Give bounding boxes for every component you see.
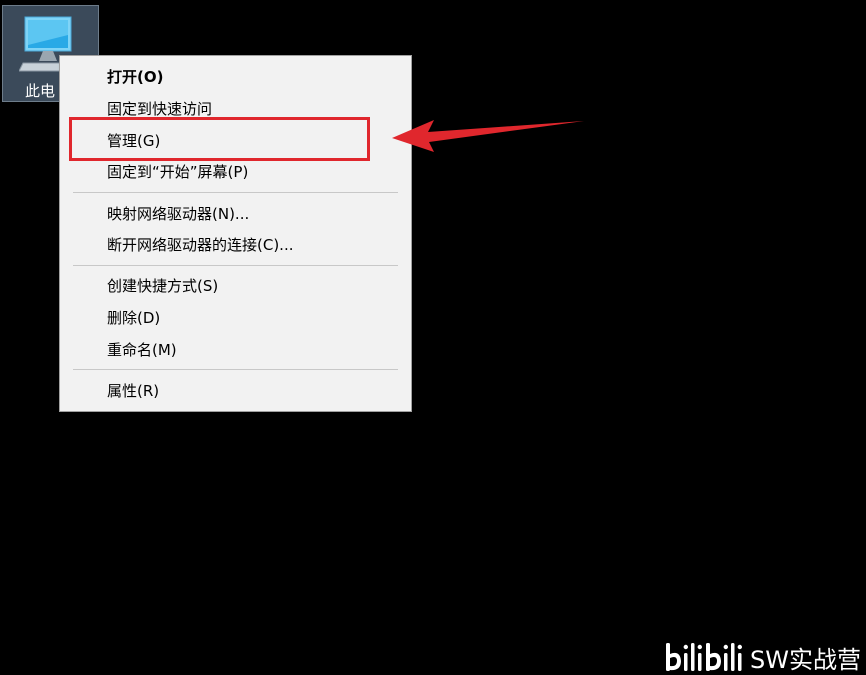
watermark-channel-name: SW实战营 <box>750 645 861 674</box>
menu-item-open[interactable]: 打开(O) <box>60 62 411 92</box>
menu-item-map-network-drive[interactable]: 映射网络驱动器(N)... <box>60 199 411 229</box>
watermark: SW实战营 <box>664 640 861 674</box>
menu-separator <box>73 369 398 370</box>
menu-item-disconnect-network-drive[interactable]: 断开网络驱动器的连接(C)... <box>60 230 411 260</box>
menu-item-pin-start[interactable]: 固定到“开始”屏幕(P) <box>60 157 411 187</box>
arrow-annotation <box>392 120 584 152</box>
menu-separator <box>73 192 398 193</box>
menu-item-create-shortcut[interactable]: 创建快捷方式(S) <box>60 271 411 301</box>
menu-separator <box>73 265 398 266</box>
menu-item-delete[interactable]: 删除(D) <box>60 303 411 333</box>
menu-item-rename[interactable]: 重命名(M) <box>60 335 411 365</box>
highlight-box <box>69 117 370 161</box>
bilibili-logo-icon <box>666 643 742 671</box>
context-menu: 打开(O) 固定到快速访问 管理(G) 固定到“开始”屏幕(P) 映射网络驱动器… <box>59 55 412 412</box>
menu-item-properties[interactable]: 属性(R) <box>60 376 411 406</box>
